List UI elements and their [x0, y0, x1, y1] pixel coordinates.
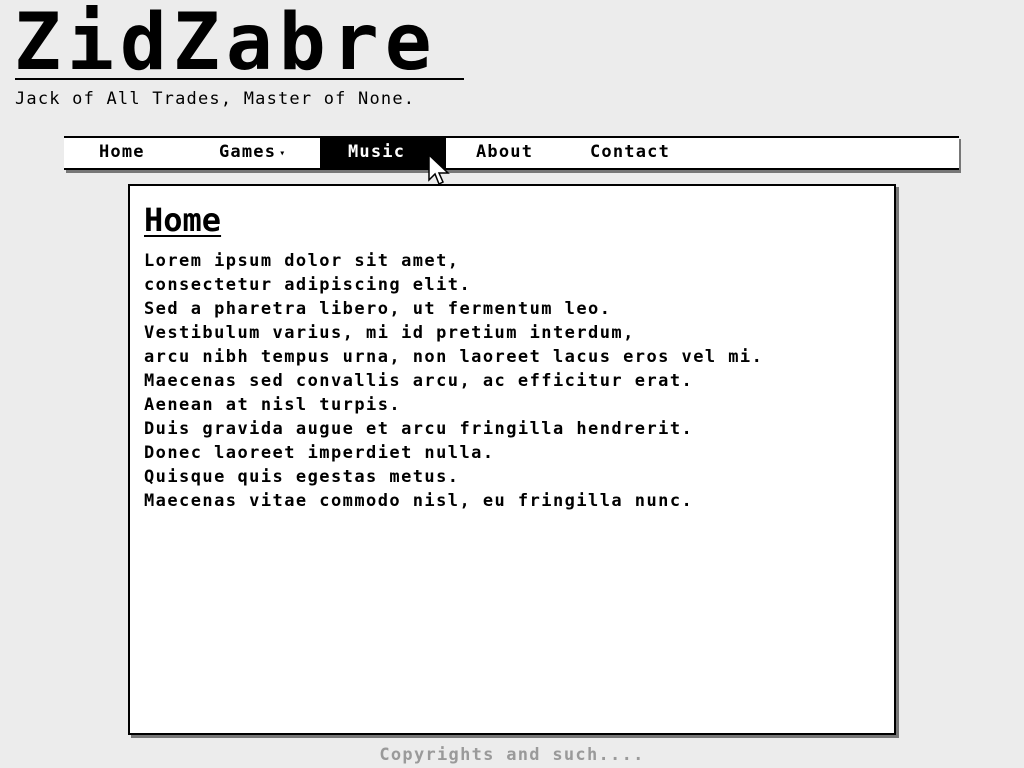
nav-item-contact[interactable]: Contact	[590, 138, 670, 168]
content-line: Donec laoreet imperdiet nulla.	[144, 443, 495, 463]
nav-item-games-label: Games	[219, 142, 277, 162]
content-line: Aenean at nisl turpis.	[144, 395, 402, 415]
site-title[interactable]: ZidZabre	[14, 0, 438, 86]
content-text: Lorem ipsum dolor sit amet, consectetur …	[144, 249, 763, 513]
nav-item-music-label: Music	[348, 142, 406, 162]
page-heading: Home	[144, 201, 222, 239]
caret-down-icon: ▾	[279, 148, 287, 159]
nav-item-about[interactable]: About	[476, 138, 533, 168]
content-line: arcu nibh tempus urna, non laoreet lacus…	[144, 347, 764, 367]
content-line: Lorem ipsum dolor sit amet,	[144, 251, 460, 271]
page: ZidZabre Jack of All Trades, Master of N…	[0, 0, 1024, 768]
content-line: Vestibulum varius, mi id pretium interdu…	[144, 323, 635, 343]
content-line: Maecenas vitae commodo nisl, eu fringill…	[144, 491, 694, 511]
content-line: consectetur adipiscing elit.	[144, 275, 472, 295]
content-line: Duis gravida augue et arcu fringilla hen…	[144, 419, 694, 439]
content-panel: Home Lorem ipsum dolor sit amet, consect…	[128, 184, 896, 735]
nav-item-about-label: About	[476, 142, 534, 162]
main-navigation: Home Games ▾ Music About Contact	[64, 136, 959, 170]
content-line: Quisque quis egestas metus.	[144, 467, 460, 487]
mouse-pointer-icon	[428, 154, 450, 186]
nav-item-home[interactable]: Home	[99, 138, 145, 168]
site-tagline: Jack of All Trades, Master of None.	[15, 89, 416, 109]
content-line: Maecenas sed convallis arcu, ac efficitu…	[144, 371, 694, 391]
nav-item-home-label: Home	[99, 142, 145, 162]
nav-item-games[interactable]: Games ▾	[219, 138, 286, 168]
footer-text: Copyrights and such....	[379, 745, 645, 765]
title-underline	[15, 78, 464, 80]
content-line: Sed a pharetra libero, ut fermentum leo.	[144, 299, 612, 319]
nav-item-contact-label: Contact	[590, 142, 671, 162]
